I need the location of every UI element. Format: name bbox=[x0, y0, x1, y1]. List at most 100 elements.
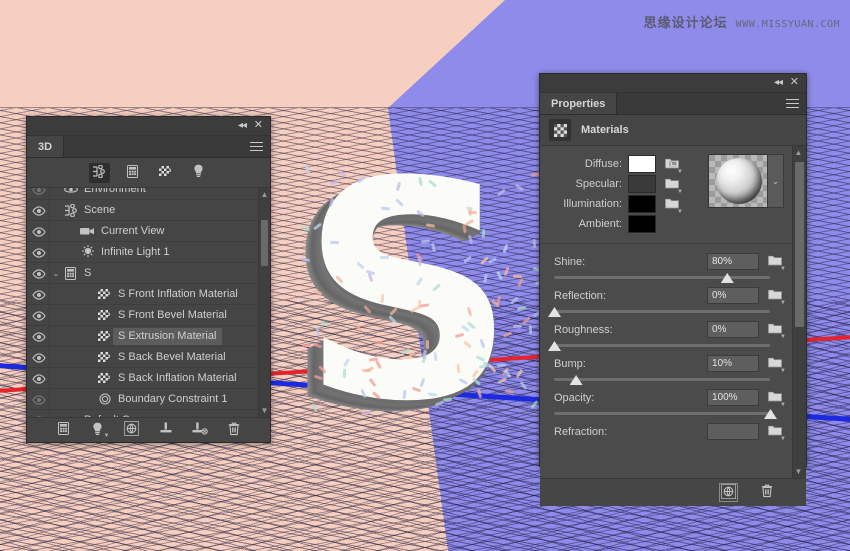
scrollbar-thumb[interactable] bbox=[261, 220, 268, 266]
scene-list-row[interactable]: Infinite Light 1 bbox=[27, 242, 270, 263]
texture-folder-button[interactable]: ▼ bbox=[665, 157, 683, 175]
slider-value-input[interactable]: 100% bbox=[707, 389, 759, 406]
properties-scrollbar[interactable]: ▲ ▼ bbox=[792, 146, 806, 478]
scene-list-row[interactable]: Default Camera bbox=[27, 410, 270, 417]
slider-value-input[interactable] bbox=[707, 423, 759, 440]
visibility-toggle[interactable] bbox=[27, 389, 50, 409]
properties-titlebar[interactable]: ◂◂ ✕ bbox=[540, 74, 806, 93]
collapse-icon[interactable]: ◂◂ bbox=[774, 77, 783, 89]
color-swatch[interactable] bbox=[628, 195, 656, 213]
3d-panel-footer[interactable]: ▼ bbox=[27, 418, 270, 442]
material-preview-thumbnail[interactable] bbox=[708, 154, 768, 208]
material-color-label: Diffuse: bbox=[584, 158, 622, 170]
visibility-toggle[interactable] bbox=[27, 305, 50, 325]
panel-menu-icon[interactable] bbox=[250, 142, 263, 151]
render-button[interactable] bbox=[124, 421, 140, 438]
scene-list-row-label: S Extrusion Material bbox=[113, 327, 223, 345]
mesh-filter[interactable] bbox=[122, 163, 143, 183]
3d-scene-list[interactable]: Environment Scene Current View Infinite … bbox=[27, 188, 270, 418]
texture-folder-button[interactable]: ▼ bbox=[768, 390, 786, 408]
new-material-button[interactable] bbox=[719, 483, 738, 502]
3d-panel[interactable]: ◂◂ ✕ 3D Environment Scene Current View I… bbox=[26, 116, 271, 443]
lights-filter[interactable] bbox=[188, 163, 209, 183]
visibility-toggle[interactable] bbox=[27, 284, 50, 304]
add-mesh-button[interactable] bbox=[56, 422, 72, 438]
scene-list-row[interactable]: Environment bbox=[27, 188, 270, 200]
remove-constraint-button[interactable] bbox=[192, 422, 208, 438]
scroll-down-icon[interactable]: ▼ bbox=[260, 406, 269, 415]
scene-list-row[interactable]: S Front Inflation Material bbox=[27, 284, 270, 305]
slider-track[interactable] bbox=[548, 307, 770, 318]
material-picker-dropdown[interactable]: ⌄ bbox=[767, 154, 784, 208]
delete-button[interactable] bbox=[226, 422, 242, 438]
scene-list-row[interactable]: Boundary Constraint 1 bbox=[27, 389, 270, 410]
visibility-toggle[interactable] bbox=[27, 242, 50, 262]
material-icon bbox=[158, 165, 172, 181]
add-light-button[interactable]: ▼ bbox=[90, 422, 110, 439]
3d-panel-tabbar[interactable]: 3D bbox=[27, 136, 270, 158]
scene-list-row[interactable]: Scene bbox=[27, 200, 270, 221]
slider-track[interactable] bbox=[554, 409, 777, 420]
scene-list-row[interactable]: S Back Bevel Material bbox=[27, 347, 270, 368]
color-swatch[interactable] bbox=[628, 215, 656, 233]
visibility-toggle[interactable] bbox=[27, 188, 50, 199]
3d-letter-object[interactable]: S S bbox=[300, 143, 550, 447]
slider-value-input[interactable]: 10% bbox=[707, 355, 759, 372]
visibility-toggle[interactable] bbox=[27, 200, 50, 220]
texture-folder-button[interactable]: ▼ bbox=[665, 177, 683, 195]
slider-value-input[interactable]: 0% bbox=[707, 321, 759, 338]
color-swatch[interactable] bbox=[628, 155, 656, 173]
close-icon[interactable]: ✕ bbox=[254, 119, 263, 131]
slider-value-input[interactable]: 0% bbox=[707, 287, 759, 304]
3d-list-scrollbar[interactable]: ▲ ▼ bbox=[258, 188, 270, 417]
texture-folder-button[interactable]: ▼ bbox=[665, 197, 683, 215]
slider-track[interactable] bbox=[548, 341, 770, 352]
close-icon[interactable]: ✕ bbox=[790, 76, 799, 88]
panel-menu-icon[interactable] bbox=[786, 99, 799, 108]
3d-panel-titlebar[interactable]: ◂◂ ✕ bbox=[27, 117, 270, 136]
color-swatch[interactable] bbox=[628, 175, 656, 193]
scroll-up-icon[interactable]: ▲ bbox=[260, 190, 269, 199]
material-icon bbox=[96, 330, 113, 343]
add-constraint-button[interactable] bbox=[158, 422, 174, 438]
texture-folder-button[interactable]: ▼ bbox=[768, 424, 786, 442]
disclosure-chevron-icon[interactable]: ⌄ bbox=[50, 269, 62, 278]
visibility-toggle[interactable] bbox=[27, 263, 50, 283]
slider-rail bbox=[554, 378, 770, 381]
scene-filter[interactable] bbox=[88, 162, 110, 183]
scene-list-row[interactable]: Current View bbox=[27, 221, 270, 242]
properties-tabbar[interactable]: Properties bbox=[540, 93, 806, 115]
texture-folder-button[interactable]: ▼ bbox=[768, 322, 786, 340]
properties-panel[interactable]: ◂◂ ✕ Properties Materials ⌄ Diffuse: ▼ S… bbox=[539, 73, 807, 506]
scene-list-row[interactable]: ⌄ S bbox=[27, 263, 270, 284]
texture-folder-button[interactable]: ▼ bbox=[768, 288, 786, 306]
scrollbar-thumb[interactable] bbox=[795, 162, 804, 327]
collapse-icon[interactable]: ◂◂ bbox=[238, 120, 247, 132]
scroll-down-icon[interactable]: ▼ bbox=[794, 467, 803, 476]
texture-folder-button[interactable]: ▼ bbox=[768, 254, 786, 272]
scene-list-row[interactable]: S Extrusion Material bbox=[27, 326, 270, 347]
slider-value-input[interactable]: 80% bbox=[707, 253, 759, 270]
delete-material-button[interactable] bbox=[758, 484, 775, 501]
scroll-up-icon[interactable]: ▲ bbox=[794, 148, 803, 157]
visibility-toggle[interactable] bbox=[27, 368, 50, 388]
slider-label: Refraction: bbox=[554, 425, 608, 438]
scene-list-row[interactable]: S Front Bevel Material bbox=[27, 305, 270, 326]
tab-properties[interactable]: Properties bbox=[540, 93, 618, 114]
materials-filter[interactable] bbox=[155, 163, 176, 183]
bulb-icon bbox=[92, 422, 103, 439]
properties-footer[interactable] bbox=[540, 478, 806, 506]
visibility-toggle[interactable] bbox=[27, 347, 50, 367]
texture-folder-button[interactable]: ▼ bbox=[768, 356, 786, 374]
slider-track[interactable] bbox=[554, 273, 770, 284]
visibility-toggle[interactable] bbox=[27, 410, 50, 417]
sprinkle bbox=[532, 239, 537, 249]
visibility-toggle[interactable] bbox=[27, 221, 50, 241]
watermark-chinese: 思缘设计论坛 bbox=[643, 16, 728, 31]
3d-filter-toolbar[interactable] bbox=[27, 158, 270, 188]
material-sliders: Shine: 80% ▼ Reflection: 0% ▼ Roughness: 0% ▼ Bum… bbox=[540, 244, 806, 442]
tab-3d[interactable]: 3D bbox=[27, 136, 65, 157]
slider-track[interactable] bbox=[554, 375, 770, 386]
scene-list-row[interactable]: S Back Inflation Material bbox=[27, 368, 270, 389]
visibility-toggle[interactable] bbox=[27, 326, 50, 346]
